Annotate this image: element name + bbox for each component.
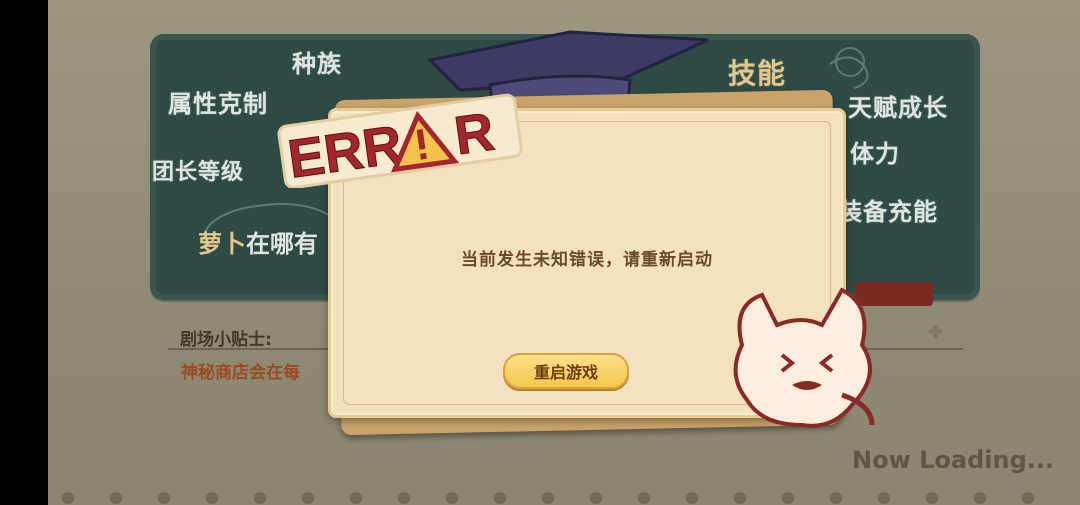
error-message: 当前发生未知错误，请重新启动 [461, 250, 713, 270]
chalk-title-gold: 萝卜 [198, 230, 246, 258]
chalk-label-leader-level: 团长等级 [152, 160, 245, 185]
footer-silhouette-strip [62, 492, 1034, 504]
chalk-label-race: 种族 [292, 50, 342, 78]
hint-title: 剧场小贴士: [180, 330, 272, 350]
clover-icon: ✤ [928, 322, 944, 343]
svg-text:R: R [451, 102, 498, 167]
chalk-title-partial: 萝卜在哪有 [198, 224, 318, 259]
chalk-label-talent: 天赋成长 [848, 94, 948, 122]
chalk-label-skill: 技能 [728, 57, 787, 90]
hint-text: 神秘商店会在每 [181, 363, 300, 383]
restart-game-button[interactable]: 重启游戏 [503, 353, 629, 389]
mascot-rabbit-icon [733, 287, 875, 428]
left-black-bar [0, 0, 48, 505]
chalk-label-attribute: 属性克制 [168, 90, 268, 118]
chalk-label-equip: 装备充能 [838, 198, 938, 226]
chalk-label-stamina: 体力 [850, 140, 900, 168]
chalk-title-white: 在哪有 [246, 230, 318, 258]
error-logo: ERR R [277, 93, 523, 188]
loading-text: Now Loading... [852, 446, 1055, 474]
